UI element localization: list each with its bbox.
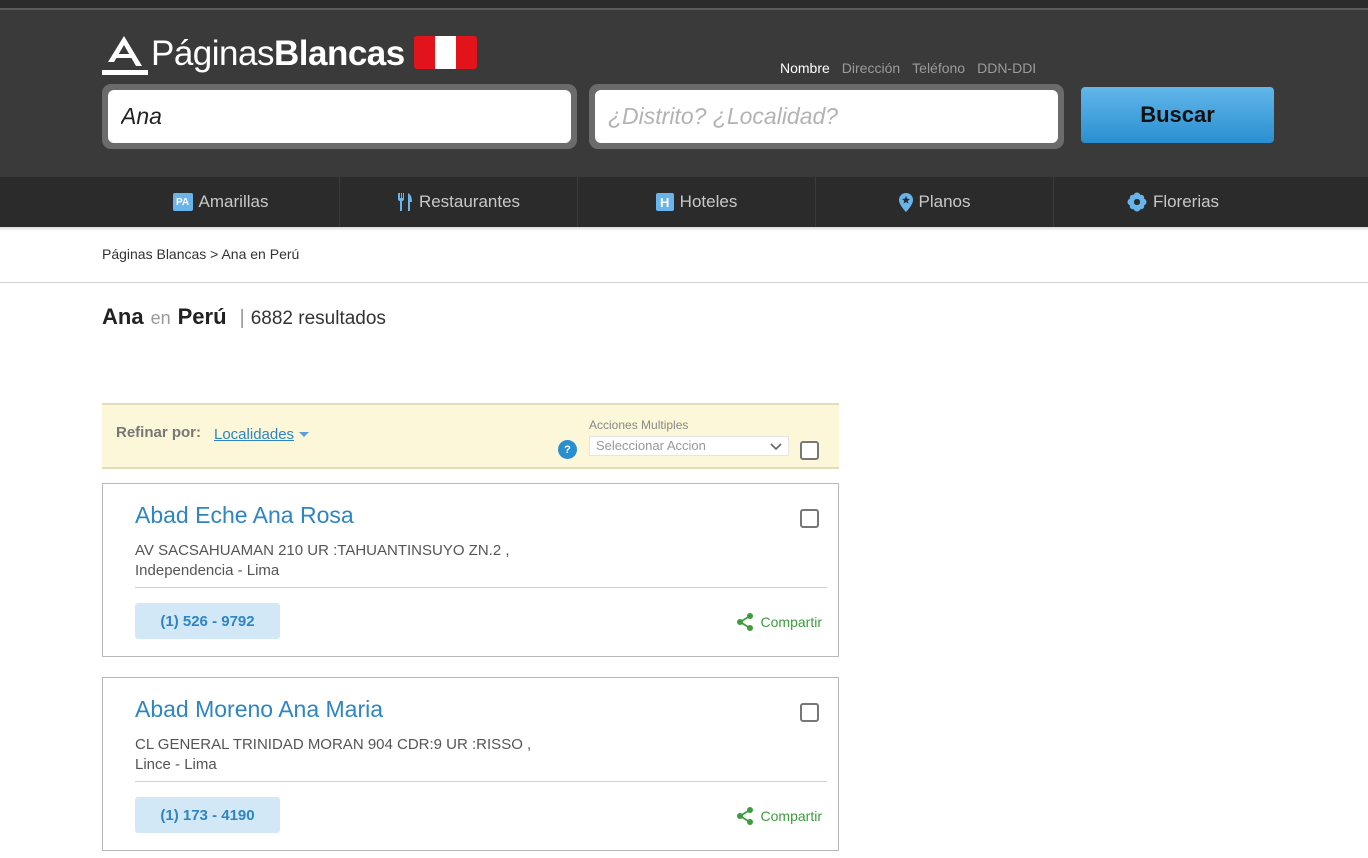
peru-flag-icon [414, 36, 477, 69]
result-card: Abad Moreno Ana Maria CL GENERAL TRINIDA… [102, 677, 839, 851]
search-button[interactable]: Buscar [1081, 87, 1274, 143]
results-en: en [150, 308, 171, 328]
name-input-wrap [102, 84, 577, 149]
share-label: Compartir [760, 614, 822, 630]
result-address: CL GENERAL TRINIDAD MORAN 904 CDR:9 UR :… [135, 736, 532, 773]
page-title: Ana en Perú | 6882 resultados [102, 304, 386, 330]
help-icon[interactable]: ? [558, 440, 577, 459]
location-input-wrap [589, 84, 1064, 149]
share-icon [736, 613, 753, 631]
results-separator: | [239, 307, 245, 329]
accion-select-value: Seleccionar Accion [596, 438, 706, 453]
result-checkbox[interactable] [800, 703, 819, 722]
hotel-icon: H [655, 193, 674, 211]
acciones-label: Acciones Multiples [589, 418, 689, 432]
share-button[interactable]: Compartir [735, 612, 822, 632]
nav-shadow [0, 227, 1368, 231]
refine-bar: Refinar por: Localidades Acciones Multip… [102, 403, 839, 469]
nav-item-label: Planos [918, 192, 971, 211]
result-address: AV SACSAHUAMAN 210 UR :TAHUANTINSUYO ZN.… [135, 542, 510, 579]
nav-item-amarillas[interactable]: PA Amarillas [102, 177, 340, 227]
mode-direccion[interactable]: Dirección [842, 60, 900, 76]
share-button[interactable]: Compartir [735, 806, 822, 826]
localidades-dropdown[interactable]: Localidades [214, 426, 294, 443]
category-nav: PA Amarillas Restaurantes H Hoteles Plan… [0, 177, 1368, 227]
card-divider [135, 781, 827, 782]
nav-item-restaurantes[interactable]: Restaurantes [340, 177, 578, 227]
nav-item-label: Hoteles [679, 192, 738, 211]
logo-text: PáginasBlancas [151, 32, 405, 76]
logo-text-bold: Blancas [273, 34, 405, 73]
pa-icon-text: PA [172, 193, 193, 211]
caret-down-icon[interactable] [299, 432, 309, 437]
phone-button[interactable]: (1) 173 - 4190 [135, 797, 280, 833]
search-modes: Nombre Dirección Teléfono DDN-DDI [780, 60, 1036, 76]
chevron-down-icon [770, 443, 782, 451]
mode-telefono[interactable]: Teléfono [912, 60, 965, 76]
nav-item-hoteles[interactable]: H Hoteles [578, 177, 816, 227]
flower-icon [1127, 192, 1147, 212]
fork-knife-icon [397, 193, 413, 211]
card-divider [135, 587, 827, 588]
share-label: Compartir [760, 808, 822, 824]
nav-item-label: Amarillas [198, 192, 269, 211]
logo[interactable]: PáginasBlancas [102, 32, 405, 76]
pa-icon: PA [172, 193, 193, 211]
result-name[interactable]: Abad Eche Ana Rosa [135, 502, 354, 529]
results-query: Ana [102, 304, 144, 329]
logo-mark-icon [102, 36, 148, 75]
phone-button[interactable]: (1) 526 - 9792 [135, 603, 280, 639]
accion-select[interactable]: Seleccionar Accion [589, 436, 789, 456]
share-icon [736, 807, 753, 825]
refine-label: Refinar por: [116, 424, 202, 441]
results-count: 6882 resultados [250, 308, 386, 329]
result-checkbox[interactable] [800, 509, 819, 528]
top-strip [0, 0, 1368, 8]
header: PáginasBlancas Nombre Dirección Teléfono… [0, 10, 1368, 177]
nav-item-florerias[interactable]: Florerias [1054, 177, 1292, 227]
nav-item-label: Florerias [1152, 192, 1220, 211]
nav-item-label: Restaurantes [418, 192, 521, 211]
result-name[interactable]: Abad Moreno Ana Maria [135, 696, 383, 723]
results-place: Perú [177, 304, 227, 329]
logo-text-light: Páginas [151, 34, 274, 73]
mode-ddn-ddi[interactable]: DDN-DDI [977, 60, 1036, 76]
breadcrumb-divider [0, 282, 1368, 283]
select-all-checkbox[interactable] [800, 441, 819, 460]
result-card: Abad Eche Ana Rosa AV SACSAHUAMAN 210 UR… [102, 483, 839, 657]
location-search-input[interactable] [595, 90, 1058, 143]
breadcrumb[interactable]: Páginas Blancas > Ana en Perú [102, 246, 299, 262]
hotel-icon-text: H [655, 193, 674, 211]
name-search-input[interactable] [108, 90, 571, 143]
nav-item-planos[interactable]: Planos [816, 177, 1054, 227]
mode-nombre[interactable]: Nombre [780, 60, 830, 76]
map-pin-icon [898, 192, 913, 212]
